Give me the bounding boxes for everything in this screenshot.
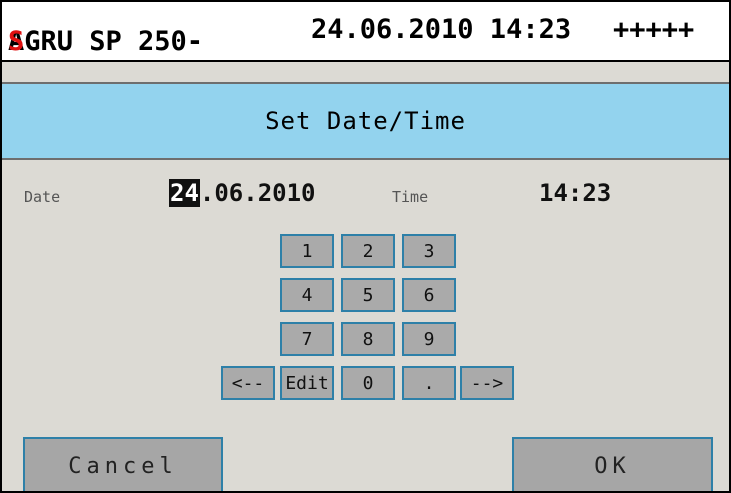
spacer-bar xyxy=(2,62,729,84)
key-4[interactable]: 4 xyxy=(280,278,334,312)
title-bar: AGRU SP 250- S 24.06.2010 14:23 +++++ xyxy=(2,2,729,62)
model-prefix: AGRU SP 250- xyxy=(8,26,204,57)
page-title: Set Date/Time xyxy=(2,84,729,160)
cursor-left-button[interactable]: <-- xyxy=(221,366,275,400)
key-3[interactable]: 3 xyxy=(402,234,456,268)
edit-button[interactable]: Edit xyxy=(280,366,334,400)
key-8[interactable]: 8 xyxy=(341,322,395,356)
cursor-right-button[interactable]: --> xyxy=(460,366,514,400)
key-dot[interactable]: . xyxy=(402,366,456,400)
current-datetime: 24.06.2010 14:23 xyxy=(311,14,572,45)
key-2[interactable]: 2 xyxy=(341,234,395,268)
time-value[interactable]: 14:23 xyxy=(539,179,611,207)
time-label: Time xyxy=(392,188,429,206)
status-indicator: +++++ xyxy=(613,14,695,45)
key-0[interactable]: 0 xyxy=(341,366,395,400)
date-value[interactable]: 24.06.2010 xyxy=(169,179,316,207)
date-rest[interactable]: .06.2010 xyxy=(200,179,316,207)
model-suffix: S xyxy=(8,26,25,57)
key-7[interactable]: 7 xyxy=(280,322,334,356)
date-label: Date xyxy=(24,188,61,206)
cancel-button[interactable]: Cancel xyxy=(23,437,223,491)
key-5[interactable]: 5 xyxy=(341,278,395,312)
date-cursor-digits[interactable]: 24 xyxy=(169,179,200,207)
ok-button[interactable]: OK xyxy=(512,437,713,491)
screen-frame: AGRU SP 250- S 24.06.2010 14:23 +++++ Set… xyxy=(0,0,731,493)
key-9[interactable]: 9 xyxy=(402,322,456,356)
key-6[interactable]: 6 xyxy=(402,278,456,312)
key-1[interactable]: 1 xyxy=(280,234,334,268)
